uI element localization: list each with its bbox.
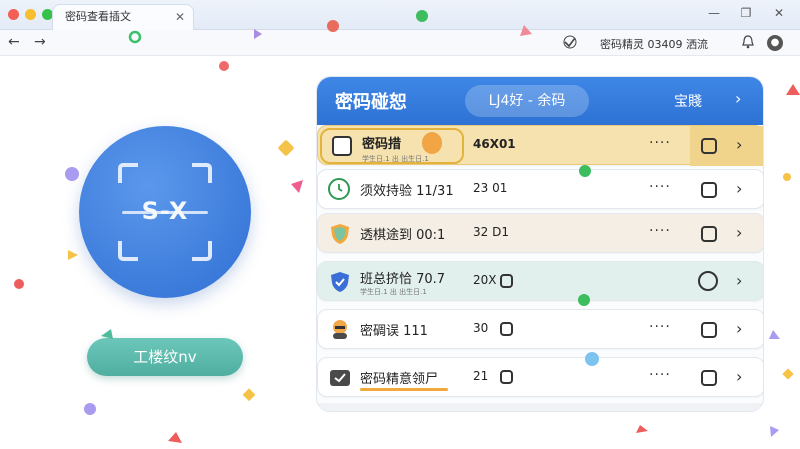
window-controls [8, 9, 53, 20]
checkbox[interactable] [701, 182, 717, 198]
checkbox-icon [330, 370, 350, 386]
list-item[interactable]: 密码精意领尸 21 ···· › [317, 357, 763, 397]
square-outline-icon [332, 136, 352, 156]
filter-pill[interactable]: LJ4好 - 余码 [465, 85, 589, 117]
row-name: 须效持验 11/31 [360, 184, 454, 199]
minimize-icon[interactable]: — [706, 6, 722, 20]
extension-label[interactable]: 密码精灵 03409 洒流 [600, 36, 708, 52]
underline-accent [360, 388, 448, 391]
chevron-right-icon[interactable]: › [736, 223, 742, 242]
chevron-right-icon[interactable]: › [736, 271, 742, 290]
row-name: 密码精意领尸 [360, 372, 439, 387]
tab-close-icon[interactable]: ✕ [175, 5, 185, 29]
avatar-icon [328, 318, 352, 342]
list-bottom-fade [317, 403, 763, 411]
more-dots-icon[interactable]: ···· [649, 179, 671, 195]
row-code: 23 01 [473, 181, 508, 195]
shield-icon [328, 222, 352, 246]
checkbox-icon [500, 370, 513, 384]
checkbox[interactable] [701, 370, 717, 386]
list-item[interactable]: 密码措 学生日.1 出 出生日.1 46X01 ···· › [317, 125, 763, 166]
more-dots-icon[interactable]: ···· [649, 367, 671, 383]
chevron-right-icon[interactable]: › [736, 319, 742, 338]
header-right-link[interactable]: 宝賤 [674, 91, 702, 111]
more-dots-icon[interactable]: ···· [649, 135, 671, 151]
action-button[interactable]: 工楼纹nv [87, 338, 243, 376]
row-name: 密碉误 111 [360, 324, 428, 339]
row-subtitle: 学生日.1 出 出生日.1 [360, 288, 427, 296]
browser-toolbar: ← → 密码精灵 03409 洒流 ● [0, 30, 800, 56]
checkbox-icon [500, 322, 513, 336]
row-subtitle: 学生日.1 出 出生日.1 [362, 155, 429, 163]
row-name: 班总挤恰 70.7 [360, 272, 446, 287]
list-item[interactable]: 班总挤恰 70.7 学生日.1 出 出生日.1 20X › [317, 261, 763, 301]
browser-tab[interactable]: 密码查看插文 ✕ [52, 4, 194, 30]
password-panel: 密码碰恕 LJ4好 - 余码 宝賤 › 密码措 学生日.1 出 出生日.1 46… [316, 76, 764, 412]
list-item[interactable]: 透棋途到 00:1 32 D1 ···· › [317, 213, 763, 253]
title-bar: 密码查看插文 ✕ — ❐ ✕ [0, 0, 800, 30]
chevron-right-icon[interactable]: › [735, 89, 741, 108]
avatar-icon [422, 132, 442, 154]
close-icon[interactable]: ✕ [771, 6, 787, 20]
more-dots-icon[interactable]: ···· [649, 319, 671, 335]
row-code: 30 [473, 321, 489, 335]
timer-icon[interactable] [698, 271, 718, 291]
chevron-right-icon[interactable]: › [736, 367, 742, 386]
close-window-button[interactable] [8, 9, 19, 20]
checkbox[interactable] [701, 322, 717, 338]
row-code: 46X01 [473, 137, 516, 151]
back-arrow-icon[interactable]: ← [8, 34, 20, 50]
list-item[interactable]: 须效持验 11/31 23 01 ···· › [317, 169, 763, 209]
row-code: 21 [473, 369, 489, 383]
row-code: 20X [473, 273, 497, 287]
checkbox[interactable] [701, 226, 717, 242]
forward-arrow-icon[interactable]: → [34, 34, 46, 50]
row-code: 32 D1 [473, 225, 509, 239]
more-dots-icon[interactable]: ···· [649, 223, 671, 239]
panel-title: 密码碰恕 [335, 92, 407, 113]
chevron-right-icon[interactable]: › [736, 179, 742, 198]
clock-icon [328, 178, 350, 200]
checkbox[interactable] [701, 138, 717, 154]
scan-logo-text: S-X [141, 197, 189, 225]
tab-title: 密码查看插文 [65, 10, 131, 23]
maximize-icon[interactable]: ❐ [738, 6, 754, 20]
extension-icon[interactable] [563, 35, 577, 52]
profile-avatar[interactable]: ● [767, 35, 783, 51]
row-name: 密码措 [362, 137, 402, 152]
checkbox-icon [500, 274, 513, 288]
chevron-right-icon[interactable]: › [736, 135, 742, 154]
panel-header: 密码碰恕 LJ4好 - 余码 宝賤 › [317, 77, 763, 125]
row-name: 透棋途到 00:1 [360, 228, 446, 243]
bell-icon[interactable] [742, 35, 754, 52]
scan-frame-icon: S-X [118, 163, 212, 261]
scan-logo: S-X [79, 126, 251, 298]
shield-check-icon [328, 270, 352, 294]
minimize-window-button[interactable] [25, 9, 36, 20]
list-item[interactable]: 密碉误 111 30 ···· › [317, 309, 763, 349]
